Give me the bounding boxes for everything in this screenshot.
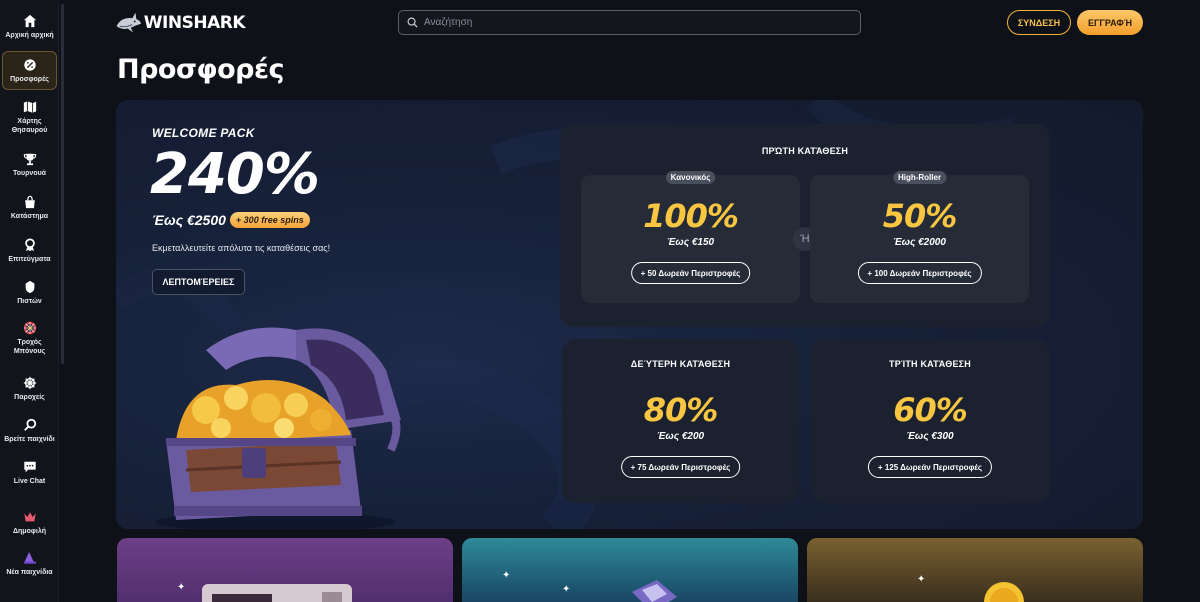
hero-subtitle: Εκμεταλλευτείτε απόλυτα τις καταθέσεις σ… — [152, 243, 331, 253]
promo-card-1[interactable]: ✦ — [117, 538, 453, 602]
providers-icon — [23, 376, 36, 390]
sidebar-item-label: Παροχείς — [14, 394, 45, 401]
sidebar: Αρχική αρχική Προσφορές Χάρτης Θησαυρού … — [0, 0, 59, 602]
second-deposit-spins-pill[interactable]: + 75 Δωρεάν Περιστροφές — [620, 456, 741, 478]
sidebar-item-find-game[interactable]: Βρείτε παιχνίδι — [2, 418, 57, 444]
promo-icon — [23, 59, 36, 71]
sidebar-item-label: Επιτεύγματα — [8, 256, 51, 263]
sidebar-item-promotions[interactable]: Προσφορές — [2, 51, 57, 90]
logo[interactable]: WINSHARK — [115, 6, 246, 40]
promo-card-1-illustration — [202, 584, 352, 602]
loyalty-icon — [25, 280, 34, 294]
first-deposit-title: ΠΡΏΤΗ ΚΑΤΆΘΕΣΗ — [761, 146, 849, 156]
sidebar-item-label: Προσφορές — [10, 76, 49, 83]
third-deposit-upto: Έως €300 — [906, 431, 954, 442]
regular-offer-card[interactable]: Κανονικός 100% Έως €150 + 50 Δωρεάν Περι… — [581, 171, 800, 303]
hero-upto-amount: Έως €2500 — [152, 212, 226, 228]
logo-text: WINSHARK — [143, 13, 246, 33]
sidebar-item-label: Χάρτης Θησαυρού — [11, 118, 48, 134]
promo-card-2-illustration — [632, 580, 677, 602]
regular-spins-pill[interactable]: + 50 Δωρεάν Περιστροφές — [630, 262, 751, 284]
sidebar-item-label: Τουρνουά — [13, 170, 46, 177]
search-input[interactable] — [424, 17, 824, 28]
bag-icon — [24, 195, 35, 209]
third-deposit-percent: 60% — [893, 391, 968, 429]
sparkle-icon: ✦ — [562, 584, 571, 595]
sidebar-item-treasure-map[interactable]: Χάρτης Θησαυρού — [2, 100, 57, 135]
details-button[interactable]: ΛΕΠΤΟΜΈΡΕΙΕΣ — [152, 269, 245, 295]
second-deposit-upto: Έως €200 — [656, 431, 705, 442]
highroller-spins-pill[interactable]: + 100 Δωρεάν Περιστροφές — [857, 262, 982, 284]
sidebar-item-providers[interactable]: Παροχείς — [2, 376, 57, 402]
sidebar-item-label: Τροχός Μπόνους — [13, 339, 46, 355]
login-button[interactable]: ΣΥΝΔΕΣΗ — [1007, 10, 1071, 35]
second-deposit-panel[interactable]: ΔΕΎΤΕΡΗ ΚΑΤΆΘΕΣΗ 80% Έως €200 + 75 Δωρεά… — [562, 339, 799, 503]
shark-logo-icon — [116, 12, 142, 33]
map-icon — [23, 101, 36, 113]
sidebar-item-label: Πιστών — [17, 298, 42, 305]
treasure-chest-illustration — [156, 327, 401, 529]
highroller-offer-card[interactable]: High-Roller 50% Έως €2000 + 100 Δωρεάν Π… — [810, 171, 1029, 303]
highroller-percent: 50% — [882, 197, 958, 235]
sidebar-item-shop[interactable]: Κατάστημα — [2, 195, 57, 221]
welcome-pack-banner: WELCOME PACK 240% Έως €2500 + 300 free s… — [116, 100, 1143, 529]
sidebar-item-popular[interactable]: Δημοφιλή — [2, 510, 57, 536]
sidebar-item-label: Βρείτε παιχνίδι — [4, 436, 55, 443]
sparkle-icon: ✦ — [177, 582, 186, 593]
sidebar-item-loyalty[interactable]: Πιστών — [2, 280, 57, 306]
sidebar-scrollbar[interactable] — [61, 4, 64, 364]
sidebar-item-label: Αρχική αρχική — [5, 32, 54, 39]
home-icon — [23, 14, 36, 28]
chat-icon — [23, 461, 36, 473]
crown-icon — [23, 512, 36, 522]
sidebar-item-label: Δημοφιλή — [13, 528, 46, 535]
achievement-icon — [24, 238, 35, 252]
highroller-tag: High-Roller — [892, 171, 947, 184]
second-deposit-title: ΔΕΎΤΕΡΗ ΚΑΤΆΘΕΣΗ — [630, 359, 731, 369]
sidebar-item-live-chat[interactable]: Live Chat — [2, 460, 57, 486]
sidebar-item-bonus-wheel[interactable]: Τροχός Μπόνους — [2, 321, 57, 356]
promo-card-3[interactable]: ✦ — [807, 538, 1143, 602]
first-deposit-panel: ΠΡΏΤΗ ΚΑΤΆΘΕΣΗ Κανονικός 100% Έως €150 +… — [560, 124, 1050, 327]
free-spins-badge: + 300 free spins — [229, 212, 310, 228]
sidebar-item-achievements[interactable]: Επιτεύγματα — [2, 238, 57, 264]
register-button[interactable]: ΕΓΓΡΑΦΉ — [1077, 10, 1143, 35]
sparkle-icon: ✦ — [502, 570, 511, 581]
promo-card-2[interactable]: ✦ ✦ — [462, 538, 798, 602]
sidebar-item-label: Live Chat — [13, 478, 46, 485]
hero-upto: Έως €2500 + 300 free spins — [152, 212, 310, 228]
third-deposit-panel[interactable]: ΤΡΊΤΗ ΚΑΤΆΘΕΣΗ 60% Έως €300 + 125 Δωρεάν… — [810, 339, 1050, 503]
hero-kicker: WELCOME PACK — [152, 126, 255, 140]
second-deposit-percent: 80% — [643, 391, 719, 429]
sidebar-item-tournaments[interactable]: Τουρνουά — [2, 152, 57, 178]
search-icon — [407, 17, 418, 28]
coin-illustration — [984, 582, 1024, 602]
regular-tag: Κανονικός — [665, 171, 716, 184]
regular-upto: Έως €150 — [666, 237, 715, 248]
wizard-hat-icon — [23, 551, 36, 564]
search-bar[interactable] — [398, 10, 861, 35]
sidebar-item-label: Νέα παιχνίδια — [6, 569, 53, 576]
sidebar-item-home[interactable]: Αρχική αρχική — [2, 14, 57, 40]
hero-percent: 240% — [150, 142, 320, 207]
third-deposit-title: ΤΡΊΤΗ ΚΑΤΆΘΕΣΗ — [889, 359, 971, 369]
third-deposit-spins-pill[interactable]: + 125 Δωρεάν Περιστροφές — [867, 456, 993, 478]
wheel-icon — [23, 321, 36, 335]
regular-percent: 100% — [643, 197, 739, 235]
trophy-icon — [23, 153, 36, 166]
sparkle-icon: ✦ — [917, 574, 926, 585]
search-icon — [23, 418, 36, 431]
sidebar-item-new-games[interactable]: Νέα παιχνίδια — [2, 551, 57, 577]
highroller-upto: Έως €2000 — [893, 237, 946, 248]
page-title: Προσφορές — [117, 54, 285, 85]
sidebar-item-label: Κατάστημα — [10, 213, 49, 220]
